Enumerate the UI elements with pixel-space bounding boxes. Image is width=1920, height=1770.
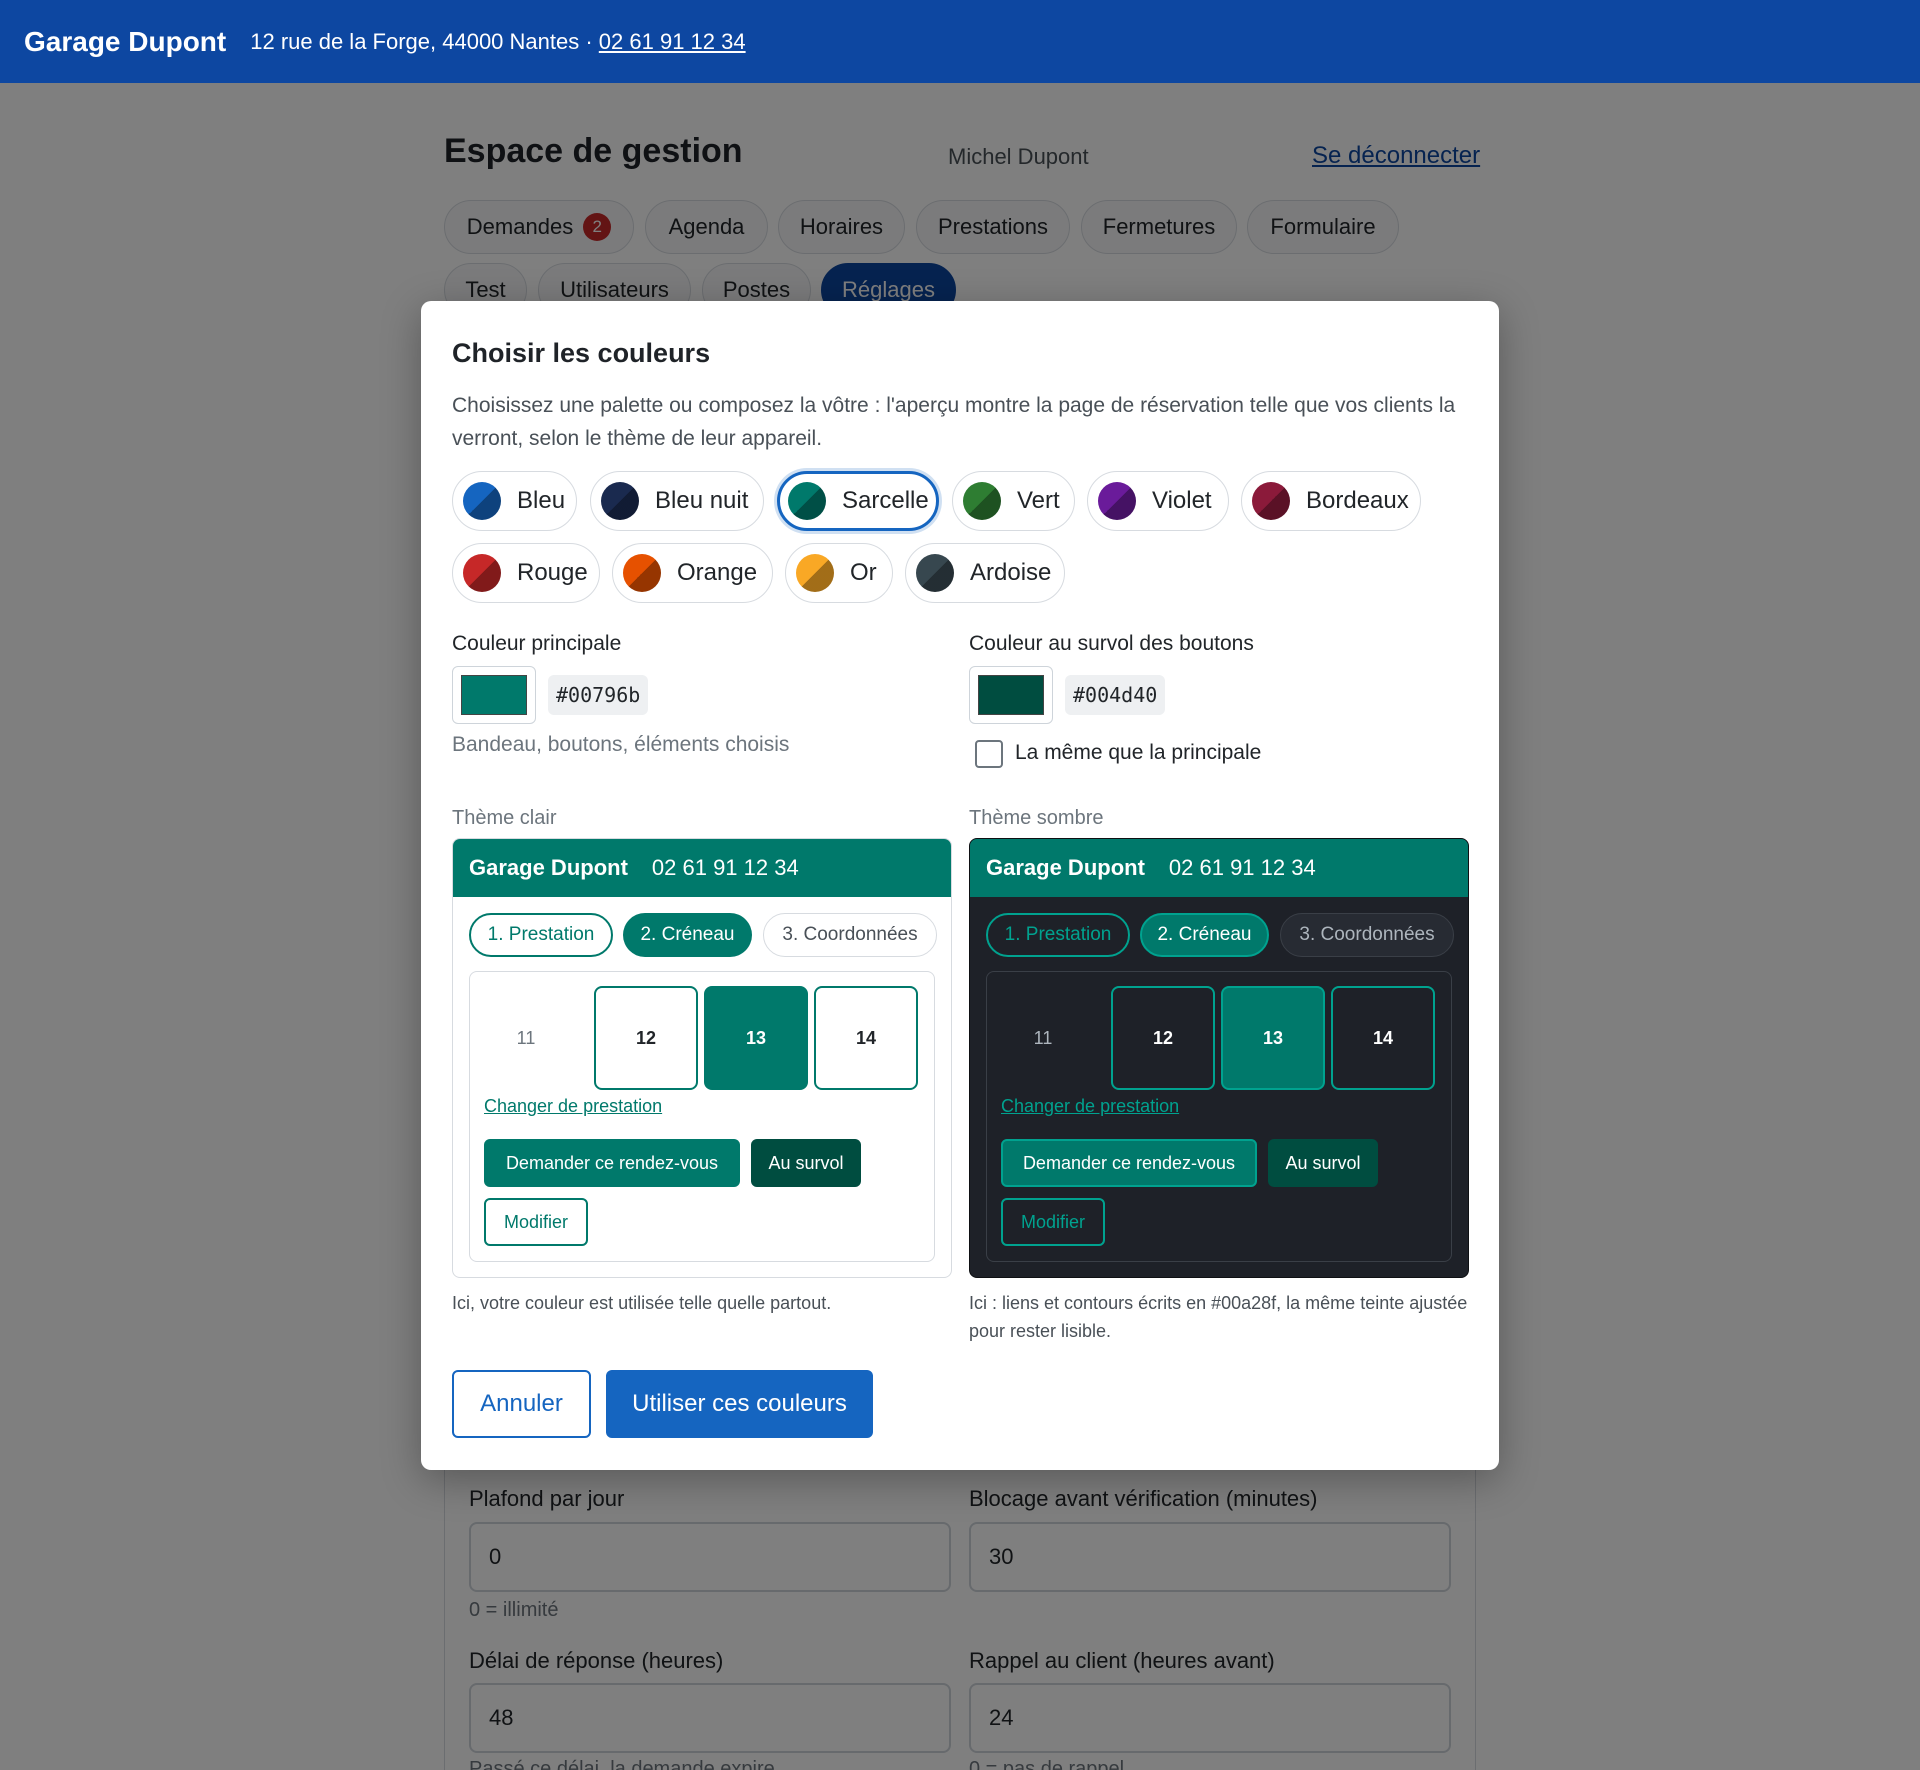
palette-or[interactable]: Or [785,543,893,603]
preview-banner: Garage Dupont 02 61 91 12 34 [970,839,1468,897]
palette-violet[interactable]: Violet [1087,471,1229,531]
slot-14: 14 [814,986,918,1090]
slot-13-selected: 13 [704,986,808,1090]
preview-brand: Garage Dupont [469,855,628,880]
color-preview [978,675,1044,715]
preview-panel: 11 12 13 14 Changer de prestation Demand… [986,971,1452,1262]
palette-rouge[interactable]: Rouge [452,543,600,603]
step-creneau: 2. Créneau [623,913,752,957]
step-creneau: 2. Créneau [1140,913,1269,957]
palette-orange[interactable]: Orange [612,543,773,603]
hover-color-hex: #004d40 [1065,675,1166,715]
request-button: Demander ce rendez-vous [484,1139,740,1187]
dark-theme-label: Thème sombre [969,807,1104,829]
dialog-description: Choisissez une palette ou composez la vô… [452,394,1456,450]
swatch-icon [601,482,639,520]
slot-13-selected: 13 [1221,986,1325,1090]
palette-vert[interactable]: Vert [952,471,1075,531]
primary-color-label: Couleur principale [452,632,622,655]
swatch-icon [1098,482,1136,520]
request-button: Demander ce rendez-vous [1001,1139,1257,1187]
palette-ardoise[interactable]: Ardoise [905,543,1065,603]
preview-panel: 11 12 13 14 Changer de prestation Demand… [469,971,935,1262]
palette-label: Orange [677,559,758,586]
hover-button: Au survol [751,1139,861,1187]
modify-button: Modifier [1001,1198,1105,1246]
hover-color-label: Couleur au survol des boutons [969,632,1254,655]
light-theme-caption: Ici, votre couleur est utilisée telle qu… [452,1293,832,1313]
slot-11: 11 [516,1027,536,1048]
dark-theme-preview: Garage Dupont 02 61 91 12 34 1. Prestatio… [969,838,1469,1278]
palette-label: Vert [1017,487,1060,514]
cancel-button[interactable]: Annuler [452,1370,591,1438]
light-theme-preview: Garage Dupont 02 61 91 12 34 1. Prestatio… [452,838,952,1278]
palette-label: Violet [1152,487,1212,514]
brand-name: Garage Dupont [24,25,227,57]
slot-12: 12 [594,986,698,1090]
light-theme-label: Thème clair [452,807,557,829]
color-picker-dialog: Choisir les couleurs Choisissez une pale… [421,301,1499,1470]
apply-colors-button[interactable]: Utiliser ces couleurs [606,1370,873,1438]
primary-color-picker[interactable] [452,666,536,724]
step-coordonnees: 3. Coordonnées [763,913,937,957]
address-text: 12 rue de la Forge, 44000 Nantes · [250,28,599,54]
palette-label: Bordeaux [1306,487,1409,514]
palette-bleu-nuit[interactable]: Bleu nuit [590,471,764,531]
step-prestation: 1. Prestation [469,913,613,957]
preview-brand: Garage Dupont [986,855,1145,880]
dark-theme-caption: Ici : liens et contours écrits en #00a28… [969,1293,1468,1341]
phone-link[interactable]: 02 61 91 12 34 [599,29,746,54]
change-service-link: Changer de prestation [484,1096,663,1116]
swatch-icon [916,554,954,592]
slot-12: 12 [1111,986,1215,1090]
dialog-title: Choisir les couleurs [452,338,711,368]
palette-label: Bleu nuit [655,487,749,514]
palette-bordeaux[interactable]: Bordeaux [1241,471,1421,531]
preview-banner: Garage Dupont 02 61 91 12 34 [453,839,951,897]
palette-label: Rouge [517,559,588,586]
color-preview [461,675,527,715]
business-address: 12 rue de la Forge, 44000 Nantes · 02 61… [250,29,745,55]
swatch-icon [463,482,501,520]
swatch-icon [1252,482,1290,520]
same-as-primary-label: La même que la principale [1015,741,1262,764]
primary-color-hex: #00796b [548,675,649,715]
primary-color-help: Bandeau, boutons, éléments choisis [452,733,790,756]
change-service-link: Changer de prestation [1001,1096,1180,1116]
slot-11: 11 [1033,1027,1053,1048]
swatch-icon [463,554,501,592]
preview-phone: 02 61 91 12 34 [1168,855,1316,880]
swatch-icon [963,482,1001,520]
swatch-icon [788,482,826,520]
swatch-icon [796,554,834,592]
palette-label: Sarcelle [842,487,929,514]
palette-sarcelle[interactable]: Sarcelle [777,471,939,531]
swatch-icon [623,554,661,592]
step-prestation: 1. Prestation [986,913,1130,957]
preview-phone: 02 61 91 12 34 [651,855,799,880]
hover-button: Au survol [1268,1139,1378,1187]
palette-label: Or [850,559,877,586]
same-as-primary-checkbox[interactable] [975,740,1003,768]
top-bar: Garage Dupont 12 rue de la Forge, 44000 … [0,0,1920,83]
palette-bleu[interactable]: Bleu [452,471,577,531]
hover-color-picker[interactable] [969,666,1053,724]
palette-label: Ardoise [970,559,1052,586]
palette-label: Bleu [517,487,566,514]
modify-button: Modifier [484,1198,588,1246]
slot-14: 14 [1331,986,1435,1090]
step-coordonnees: 3. Coordonnées [1280,913,1454,957]
